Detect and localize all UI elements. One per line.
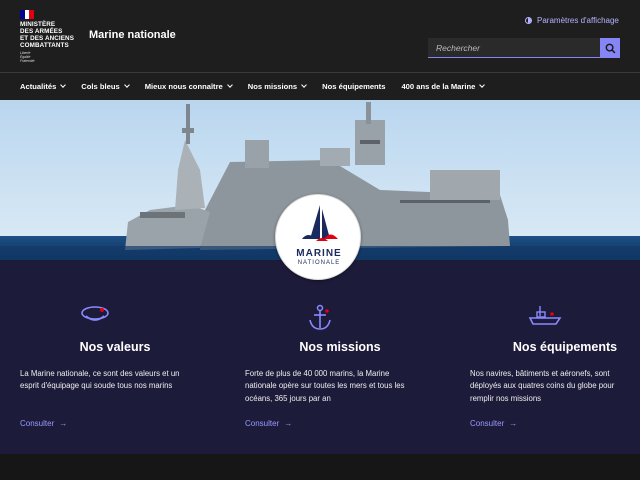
ministry-name: MINISTÈRE DES ARMÉES ET DES ANCIENS COMB… xyxy=(20,21,74,49)
chevron-down-icon xyxy=(226,82,233,88)
search-bar xyxy=(428,38,620,58)
nav-item-label: 400 ans de la Marine xyxy=(401,82,476,91)
display-settings-button[interactable]: Paramètres d'affichage xyxy=(525,16,619,25)
contrast-icon xyxy=(525,17,532,24)
consult-link[interactable]: Consulter → xyxy=(245,419,292,428)
main-navigation: Actualités Cols bleus Mieux nous connaît… xyxy=(0,72,640,100)
nav-item-nos-equipements[interactable]: Nos équipements xyxy=(322,82,385,91)
card-text: Forte de plus de 40 000 marins, la Marin… xyxy=(245,369,405,403)
display-settings-label: Paramètres d'affichage xyxy=(537,16,619,25)
nav-item-nos-missions[interactable]: Nos missions xyxy=(247,82,307,91)
french-flag-icon xyxy=(20,10,35,19)
site-title[interactable]: Marine nationale xyxy=(89,29,176,41)
arrow-right-icon: → xyxy=(59,419,68,428)
arrow-right-icon: → xyxy=(284,419,293,428)
footer-strip xyxy=(0,454,640,480)
card-title: Nos missions xyxy=(299,340,381,354)
nav-item-label: Nos équipements xyxy=(322,82,386,91)
chevron-down-icon xyxy=(60,82,67,88)
emblem-line-1: MARINE xyxy=(296,248,342,259)
cards-section: Nos valeurs La Marine nationale, ce sont… xyxy=(0,260,640,454)
card-text: La Marine nationale, ce sont des valeurs… xyxy=(20,369,180,391)
consult-label: Consulter xyxy=(20,419,55,428)
emblem-logo-icon xyxy=(302,205,338,241)
nav-item-label: Cols bleus xyxy=(81,82,120,91)
consult-link[interactable]: Consulter → xyxy=(470,419,517,428)
chevron-down-icon xyxy=(123,82,130,88)
nav-item-mieux-nous-connaitre[interactable]: Mieux nous connaître xyxy=(144,82,233,91)
search-icon xyxy=(605,43,615,53)
chevron-down-icon xyxy=(479,82,486,88)
site-header: MINISTÈRE DES ARMÉES ET DES ANCIENS COMB… xyxy=(0,0,640,72)
chevron-down-icon xyxy=(301,82,307,88)
ministry-logo[interactable]: MINISTÈRE DES ARMÉES ET DES ANCIENS COMB… xyxy=(20,10,80,63)
search-input[interactable] xyxy=(428,38,600,58)
consult-label: Consulter xyxy=(245,419,280,428)
card-text: Nos navires, bâtiments et aéronefs, sont… xyxy=(470,369,615,403)
sailor-cap-icon xyxy=(81,306,109,321)
nav-item-label: Nos missions xyxy=(247,82,298,91)
emblem-line-2: NATIONALE xyxy=(297,260,341,266)
marine-nationale-emblem: MARINE NATIONALE xyxy=(275,194,361,280)
ship-icon xyxy=(528,306,562,325)
nav-item-label: Mieux nous connaître xyxy=(144,82,223,91)
republic-motto: Liberté Égalité Fraternité xyxy=(20,51,35,63)
nav-item-actualites[interactable]: Actualités xyxy=(20,82,67,91)
nav-item-label: Actualités xyxy=(20,82,57,91)
search-button[interactable] xyxy=(600,38,620,58)
nav-item-cols-bleus[interactable]: Cols bleus xyxy=(81,82,130,91)
consult-label: Consulter xyxy=(470,419,505,428)
arrow-right-icon: → xyxy=(509,419,518,428)
card-title: Nos valeurs xyxy=(79,340,151,354)
nav-item-400-ans[interactable]: 400 ans de la Marine xyxy=(401,82,486,91)
anchor-icon xyxy=(309,304,331,330)
consult-link[interactable]: Consulter → xyxy=(20,419,67,428)
card-title: Nos équipements xyxy=(512,340,618,354)
